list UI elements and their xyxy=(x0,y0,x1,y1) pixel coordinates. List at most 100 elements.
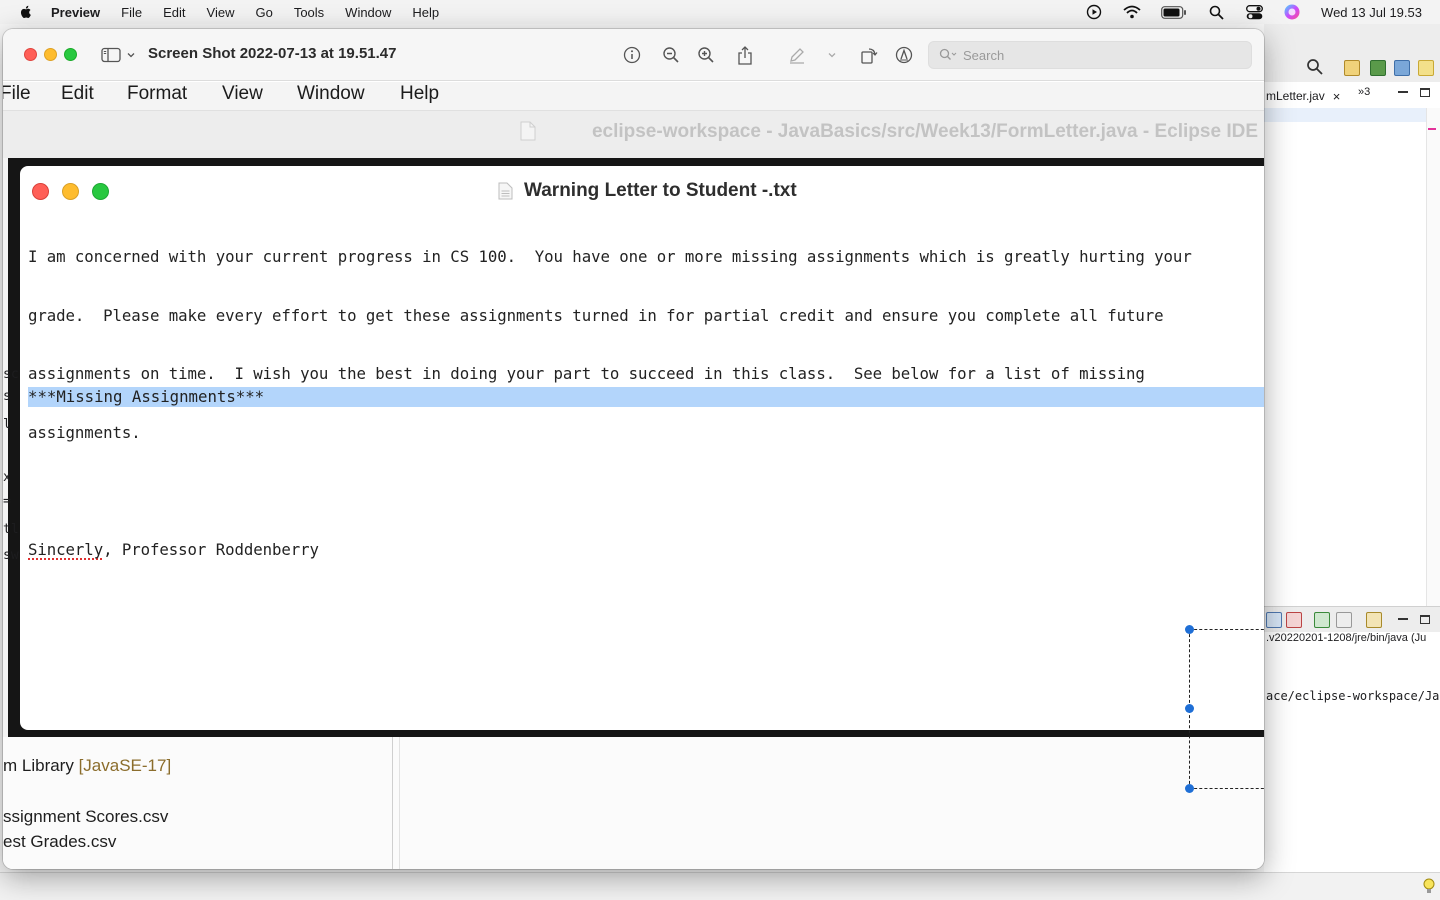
share-icon xyxy=(738,45,752,65)
screenshot-minimize-button xyxy=(62,183,79,200)
current-line-highlight xyxy=(1264,108,1426,122)
left-edge-fragment: x xyxy=(3,470,11,485)
share-button[interactable] xyxy=(734,44,756,66)
search-input[interactable] xyxy=(963,47,1243,63)
selection-midline xyxy=(1189,708,1264,709)
console-output: .v20220201-1208/jre/bin/java (Ju ace/ecl… xyxy=(1264,632,1440,872)
debug-perspective-icon[interactable] xyxy=(1394,60,1410,76)
menu-window[interactable]: Window xyxy=(345,5,391,20)
zoom-out-button[interactable] xyxy=(660,44,682,66)
console-launch-path: .v20220201-1208/jre/bin/java (Ju xyxy=(1266,632,1427,644)
screenshot-menu-edit: Edit xyxy=(61,83,94,104)
spotlight-search-icon[interactable] xyxy=(1207,3,1225,21)
menu-edit[interactable]: Edit xyxy=(163,5,185,20)
markup-toolbar-button[interactable] xyxy=(893,44,915,66)
window-zoom-button[interactable] xyxy=(64,48,77,61)
screen-record-icon[interactable] xyxy=(1085,3,1103,21)
letter-line: grade. Please make every effort to get t… xyxy=(28,305,1164,325)
editor-overview-ruler[interactable] xyxy=(1426,108,1440,608)
left-edge-fragment: l xyxy=(3,417,11,432)
menu-app-preview[interactable]: Preview xyxy=(51,5,100,20)
battery-icon[interactable] xyxy=(1161,3,1187,21)
csv-file-item: est Grades.csv xyxy=(3,832,117,851)
remove-launch-icon[interactable] xyxy=(1286,612,1302,628)
left-edge-fragment: sw xyxy=(3,548,19,563)
apple-logo-icon[interactable] xyxy=(18,4,34,20)
chevron-down-icon xyxy=(828,53,836,58)
info-icon xyxy=(623,46,641,64)
search-icon[interactable] xyxy=(1306,58,1324,76)
csv-file-item: ssignment Scores.csv xyxy=(3,807,169,826)
display-console-icon[interactable] xyxy=(1336,612,1352,628)
control-center-icon[interactable] xyxy=(1245,3,1263,21)
ruler-marker[interactable] xyxy=(1428,128,1436,130)
screenshot-eclipse-titlebar: eclipse-workspace - JavaBasics/src/Week1… xyxy=(3,110,1264,158)
macos-menu-bar: Preview File Edit View Go Tools Window H… xyxy=(0,0,1440,24)
textedit-title-text: Warning Letter to Student -.txt xyxy=(524,180,797,201)
wifi-icon[interactable] xyxy=(1123,3,1141,21)
screenshot-menu-view: View xyxy=(222,83,263,104)
misspelled-word: Sincerly xyxy=(28,539,104,559)
console-toolbar xyxy=(1264,606,1440,632)
left-edge-fragment: = xyxy=(3,494,11,509)
markup-icon xyxy=(895,46,913,64)
more-tabs-indicator[interactable]: »3 xyxy=(1358,86,1370,98)
letter-line: assignments on time. I wish you the best… xyxy=(28,364,1145,383)
screenshot-textedit-window: Warning Letter to Student -.txt I am con… xyxy=(20,166,1264,730)
preview-toolbar: Screen Shot 2022-07-13 at 19.51.47 xyxy=(3,29,1264,81)
minimize-icon[interactable] xyxy=(1398,618,1408,620)
markup-dropdown-button[interactable] xyxy=(821,44,843,66)
java-perspective-icon[interactable] xyxy=(1370,60,1386,76)
zoom-in-button[interactable] xyxy=(695,44,717,66)
screenshot-close-button xyxy=(32,183,49,200)
menu-view[interactable]: View xyxy=(207,5,235,20)
resource-perspective-icon[interactable] xyxy=(1418,60,1434,76)
close-icon[interactable]: × xyxy=(1333,89,1341,104)
document-canvas[interactable]: File Edit Format View Window Help eclips… xyxy=(3,82,1264,869)
left-edge-fragment: tl xyxy=(3,522,19,537)
screenshot-zoom-button xyxy=(92,183,109,200)
maximize-icon[interactable] xyxy=(1420,88,1430,97)
text-document-icon xyxy=(498,182,513,200)
menu-go[interactable]: Go xyxy=(255,5,272,20)
zoom-in-icon xyxy=(698,47,714,63)
pin-console-icon[interactable] xyxy=(1314,612,1330,628)
minimize-icon[interactable] xyxy=(1398,91,1408,93)
console-view-icon[interactable] xyxy=(1266,612,1282,628)
signoff-name: , Professor Roddenberry xyxy=(103,539,319,559)
selection-handle-middle-left[interactable] xyxy=(1185,704,1194,713)
open-console-icon[interactable] xyxy=(1366,612,1382,628)
menu-help[interactable]: Help xyxy=(412,5,439,20)
document-title[interactable]: Screen Shot 2022-07-13 at 19.51.47 xyxy=(148,45,396,62)
markup-pen-button[interactable] xyxy=(786,44,808,66)
jre-library-item: m Library [JavaSE-17] xyxy=(3,756,171,776)
document-icon xyxy=(520,121,536,141)
selection-handle-top-left[interactable] xyxy=(1185,625,1194,634)
inspector-button[interactable] xyxy=(621,44,643,66)
screenshot-menu-help: Help xyxy=(400,83,440,104)
panel-divider xyxy=(399,737,400,869)
maximize-icon[interactable] xyxy=(1420,615,1430,624)
window-close-button[interactable] xyxy=(24,48,37,61)
window-minimize-button[interactable] xyxy=(44,48,57,61)
menu-file[interactable]: File xyxy=(121,5,142,20)
menu-tools[interactable]: Tools xyxy=(294,5,324,20)
siri-icon[interactable] xyxy=(1283,3,1301,21)
open-perspective-icon[interactable] xyxy=(1344,60,1360,76)
screenshot-textedit-title: Warning Letter to Student -.txt xyxy=(498,180,797,202)
rotate-icon xyxy=(861,48,878,64)
search-field[interactable] xyxy=(928,41,1252,69)
rotate-button[interactable] xyxy=(858,44,880,66)
menu-bar-clock[interactable]: Wed 13 Jul 19.53 xyxy=(1321,5,1422,20)
selection-handle-bottom-left[interactable] xyxy=(1185,784,1194,793)
screenshot-menu-window: Window xyxy=(297,83,365,104)
sidebar-icon xyxy=(101,47,121,63)
eclipse-status-bar xyxy=(0,872,1440,900)
eclipse-editor-tab[interactable]: mLetter.jav × xyxy=(1264,84,1348,108)
screenshot-menu-bar: File Edit Format View Window Help xyxy=(3,82,1264,110)
sidebar-toggle-button[interactable] xyxy=(101,44,139,66)
screenshot-left-edge: sc s l x = tl sw xyxy=(3,158,19,737)
lightbulb-icon[interactable] xyxy=(1422,878,1436,896)
selection-rectangle[interactable] xyxy=(1189,629,1264,789)
letter-line: assignments. xyxy=(28,422,141,442)
